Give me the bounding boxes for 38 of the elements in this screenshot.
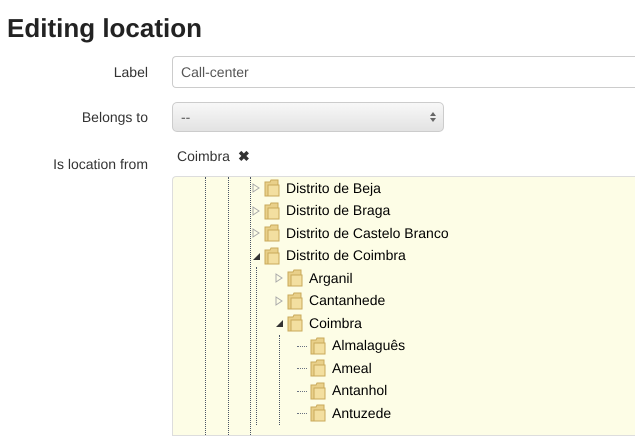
tree-node-label[interactable]: Distrito de Beja [286, 178, 381, 199]
tree-node-label[interactable]: Antanhol [332, 380, 388, 402]
collapsed-triangle-icon[interactable] [251, 206, 261, 216]
field-label: Is location from [52, 155, 148, 174]
tree-node-label[interactable]: Almalaguês [332, 335, 406, 356]
collapsed-triangle-icon[interactable] [274, 296, 284, 306]
folder-icon [310, 404, 327, 422]
folder-icon [287, 292, 304, 310]
tree-node-label[interactable]: Arganil [309, 268, 353, 289]
collapsed-triangle-icon[interactable] [274, 273, 284, 284]
tree-node-label[interactable]: Antuzede [332, 402, 392, 424]
folder-icon [264, 246, 281, 265]
folder-icon [264, 224, 281, 242]
folder-icon [310, 382, 327, 400]
tree-node-label[interactable]: Ameal [332, 358, 372, 379]
tree-node-label[interactable]: Distrito de Coimbra [286, 245, 406, 266]
folder-icon [264, 202, 281, 220]
label-input-field[interactable]: Call-center [172, 56, 635, 88]
folder-icon [264, 179, 281, 198]
tree-node-label[interactable]: Cantanhede [309, 290, 386, 312]
collapsed-triangle-icon[interactable] [251, 228, 261, 238]
expanded-triangle-icon[interactable] [251, 250, 261, 261]
collapsed-triangle-icon[interactable] [251, 183, 261, 194]
folder-icon [287, 314, 304, 332]
belongs-to-select[interactable]: -- [172, 102, 444, 132]
folder-icon [310, 359, 327, 378]
up-down-caret-icon [429, 111, 437, 123]
page-title: Editing location [6, 12, 203, 45]
folder-icon [310, 336, 327, 355]
tree-node-label[interactable]: Coimbra [309, 312, 362, 334]
remove-button[interactable]: ✖ [238, 149, 250, 163]
tree-node-label[interactable]: Distrito de Braga [286, 200, 390, 222]
field-label: Label [112, 62, 148, 82]
tree-node-label[interactable]: Distrito de Castelo Branco [286, 222, 449, 244]
selected-location-tag: Coimbra [177, 146, 230, 166]
expanded-triangle-icon[interactable] [274, 318, 284, 328]
folder-icon [287, 269, 304, 288]
field-label: Belongs to [80, 108, 148, 127]
